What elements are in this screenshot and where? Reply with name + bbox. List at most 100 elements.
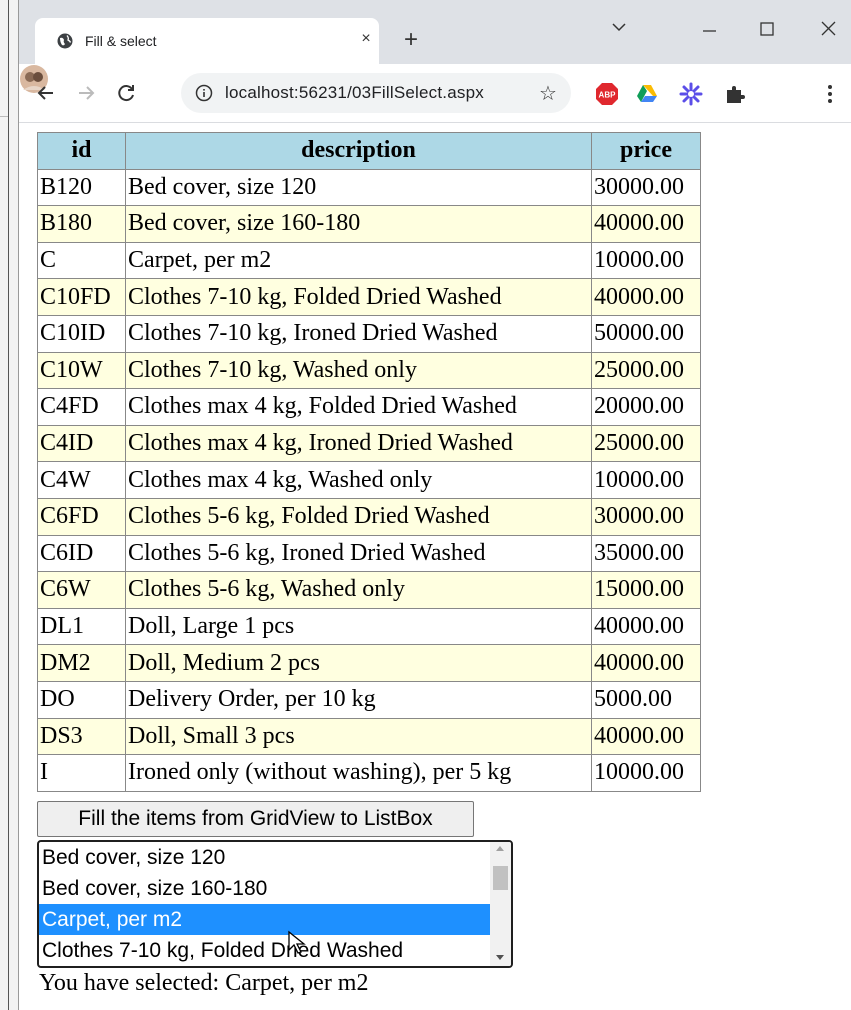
puzzle-extensions-icon[interactable] [723, 82, 747, 106]
menu-dots-icon[interactable] [825, 82, 835, 106]
cell-price: 5000.00 [591, 680, 701, 719]
cell-id: C4ID [37, 424, 126, 463]
listbox-option[interactable]: Carpet, per m2 [39, 904, 490, 935]
cell-id: C4FD [37, 388, 126, 426]
table-row: C6FD Clothes 5-6 kg, Folded Dried Washed 3… [37, 497, 701, 536]
column-header-description: description [125, 132, 592, 170]
cell-price: 40000.00 [591, 644, 701, 682]
table-row: C10FD Clothes 7-10 kg, Folded Dried Washe… [37, 278, 701, 316]
table-row: DO Delivery Order, per 10 kg 5000.00 [37, 680, 701, 719]
cell-id: DL1 [37, 607, 126, 646]
cell-price: 25000.00 [591, 351, 701, 390]
cell-id: C6ID [37, 534, 126, 573]
cell-description: Delivery Order, per 10 kg [125, 680, 592, 719]
listbox-scrollbar[interactable] [490, 842, 511, 966]
cell-price: 10000.00 [591, 241, 701, 280]
title-bar: Fill & select × + [19, 0, 851, 64]
cell-price: 25000.00 [591, 424, 701, 463]
maximize-icon[interactable] [747, 12, 787, 42]
cell-description: Bed cover, size 160-180 [125, 205, 592, 243]
cell-id: I [37, 754, 126, 792]
cell-description: Clothes 7-10 kg, Ironed Dried Washed [125, 314, 592, 353]
listbox-option[interactable]: Clothes 7-10 kg, Folded Dried Washed [39, 935, 490, 966]
browser-tab[interactable]: Fill & select × [35, 18, 379, 64]
table-body: B120 Bed cover, size 120 30000.00 B180 Bed c… [37, 168, 701, 792]
cell-description: Clothes 5-6 kg, Washed only [125, 571, 592, 609]
table-row: C6ID Clothes 5-6 kg, Ironed Dried Washed 3… [37, 534, 701, 573]
minimize-icon[interactable] [689, 12, 729, 42]
items-listbox[interactable]: Bed cover, size 120 Bed cover, size 160-1… [37, 840, 513, 968]
cell-price: 50000.00 [591, 314, 701, 353]
cell-description: Ironed only (without washing), per 5 kg [125, 754, 592, 792]
listbox-option[interactable]: Bed cover, size 120 [39, 842, 490, 873]
star-icon[interactable]: ☆ [537, 82, 559, 104]
cell-description: Doll, Medium 2 pcs [125, 644, 592, 682]
back-arrow-icon[interactable] [33, 80, 59, 106]
cell-id: C10ID [37, 314, 126, 353]
cell-price: 15000.00 [591, 571, 701, 609]
table-row: C10ID Clothes 7-10 kg, Ironed Dried Washe… [37, 314, 701, 353]
table-row: DS3 Doll, Small 3 pcs 40000.00 [37, 717, 701, 756]
cell-id: B180 [37, 205, 126, 243]
scroll-down-arrow-icon[interactable] [496, 955, 504, 960]
adblock-icon[interactable]: ABP [595, 82, 619, 106]
listbox-option[interactable]: Bed cover, size 160-180 [39, 873, 490, 904]
cell-description: Clothes 5-6 kg, Folded Dried Washed [125, 497, 592, 536]
table-row: I Ironed only (without washing), per 5 kg… [37, 754, 701, 792]
selection-message: You have selected: Carpet, per m2 [39, 970, 369, 996]
cell-price: 35000.00 [591, 534, 701, 573]
table-header-row: id description price [37, 132, 701, 170]
url-text[interactable]: localhost:56231/03FillSelect.aspx [225, 83, 484, 103]
address-bar[interactable]: localhost:56231/03FillSelect.aspx ☆ [181, 73, 571, 113]
close-icon[interactable] [809, 12, 849, 42]
cell-price: 20000.00 [591, 388, 701, 426]
cell-price: 30000.00 [591, 497, 701, 536]
cell-description: Doll, Small 3 pcs [125, 717, 592, 756]
cell-description: Doll, Large 1 pcs [125, 607, 592, 646]
table-row: C4FD Clothes max 4 kg, Folded Dried Washe… [37, 388, 701, 426]
column-header-id: id [37, 132, 126, 170]
cell-id: C10W [37, 351, 126, 390]
cell-description: Clothes 5-6 kg, Ironed Dried Washed [125, 534, 592, 573]
drive-icon[interactable] [635, 82, 659, 106]
new-tab-button[interactable]: + [399, 28, 423, 52]
items-gridview: id description price B120 Bed cover, size… [37, 132, 701, 792]
scroll-thumb[interactable] [493, 866, 508, 890]
reload-icon[interactable] [113, 80, 139, 106]
cell-id: B120 [37, 168, 126, 207]
cell-price: 30000.00 [591, 168, 701, 207]
table-row: C10W Clothes 7-10 kg, Washed only 25000.00 [37, 351, 701, 390]
cell-description: Clothes max 4 kg, Ironed Dried Washed [125, 424, 592, 463]
scroll-up-arrow-icon[interactable] [496, 846, 504, 851]
cell-id: DM2 [37, 644, 126, 682]
table-row: DL1 Doll, Large 1 pcs 40000.00 [37, 607, 701, 646]
column-header-price: price [591, 132, 701, 170]
cell-description: Carpet, per m2 [125, 241, 592, 280]
table-row: C4W Clothes max 4 kg, Washed only 10000.00 [37, 461, 701, 499]
cell-description: Clothes 7-10 kg, Washed only [125, 351, 592, 390]
fill-listbox-button[interactable]: Fill the items from GridView to ListBox [37, 801, 474, 837]
cell-description: Clothes max 4 kg, Folded Dried Washed [125, 388, 592, 426]
page-content: id description price B120 Bed cover, size… [19, 123, 851, 1010]
tab-close-button[interactable]: × [357, 30, 375, 48]
cell-id: C10FD [37, 278, 126, 316]
table-row: DM2 Doll, Medium 2 pcs 40000.00 [37, 644, 701, 682]
info-icon[interactable] [195, 84, 213, 102]
tab-search-chevron-icon[interactable] [599, 12, 639, 42]
table-row: B180 Bed cover, size 160-180 40000.00 [37, 205, 701, 243]
browser-toolbar: localhost:56231/03FillSelect.aspx ☆ ABP [19, 64, 851, 123]
favicon-globe-icon [57, 33, 73, 49]
table-row: C Carpet, per m2 10000.00 [37, 241, 701, 280]
cell-description: Bed cover, size 120 [125, 168, 592, 207]
window-edge-line [8, 0, 9, 1010]
cell-description: Clothes max 4 kg, Washed only [125, 461, 592, 499]
cell-price: 40000.00 [591, 205, 701, 243]
forward-arrow-icon[interactable] [73, 80, 99, 106]
cell-id: C [37, 241, 126, 280]
table-row: C4ID Clothes max 4 kg, Ironed Dried Washe… [37, 424, 701, 463]
table-row: B120 Bed cover, size 120 30000.00 [37, 168, 701, 207]
flower-extension-icon[interactable] [679, 82, 703, 106]
window-edge-divider [0, 116, 8, 117]
cell-price: 40000.00 [591, 607, 701, 646]
cell-price: 10000.00 [591, 754, 701, 792]
